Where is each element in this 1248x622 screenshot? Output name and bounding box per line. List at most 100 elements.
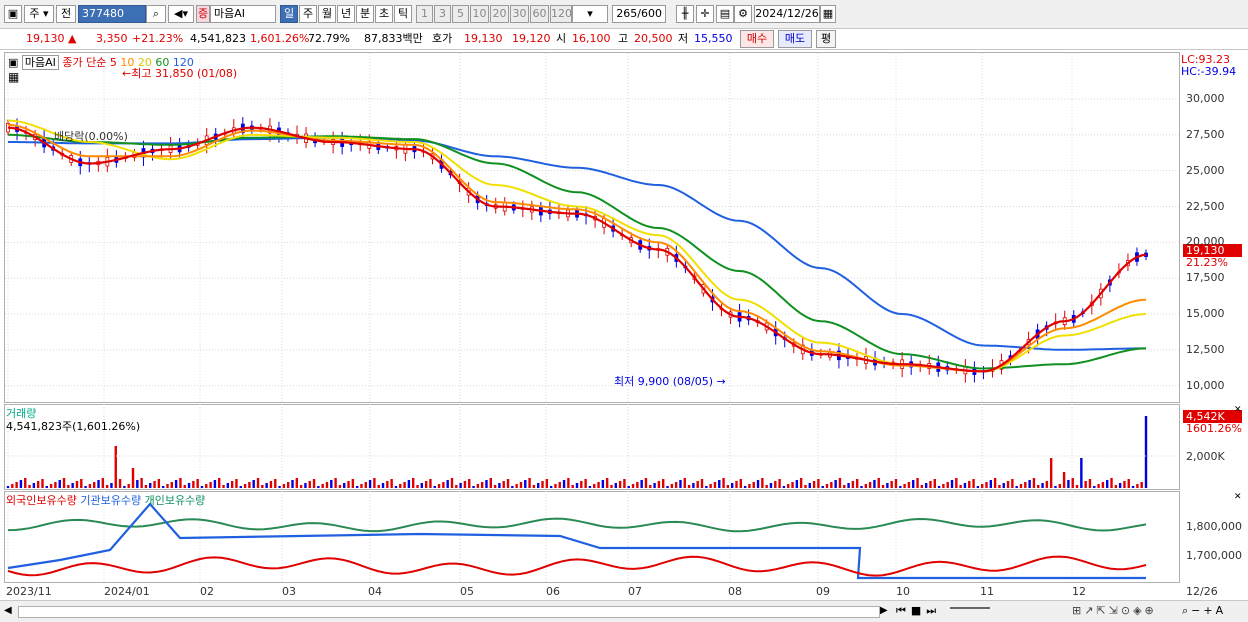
holding-tick-2: 1,700,000 xyxy=(1186,549,1242,562)
volume-bar xyxy=(946,482,949,488)
volume-bar xyxy=(666,486,669,488)
volume-bar xyxy=(166,484,169,488)
volume-bar xyxy=(752,482,755,488)
volume-close-icon[interactable]: ✕ xyxy=(1234,405,1242,415)
volume-readout: 4,541,823주(1,601.26%) xyxy=(6,420,141,433)
volume-bar xyxy=(24,478,27,488)
volume-bar xyxy=(1071,478,1074,488)
scroll-right-icon[interactable]: ▶ xyxy=(880,605,888,616)
holding-close-icon[interactable]: ✕ xyxy=(1234,492,1242,502)
volume-bar xyxy=(769,483,773,488)
volume-bar xyxy=(899,486,902,488)
table-icon[interactable]: ▦ xyxy=(8,70,19,84)
volume-bar xyxy=(851,481,855,488)
volume-bar xyxy=(36,481,40,488)
volume-bar xyxy=(149,483,152,488)
volume-bar xyxy=(386,481,389,488)
volume-bar xyxy=(476,484,480,488)
volume-bar xyxy=(161,486,165,488)
playback-controls[interactable]: ⏮■⏭ xyxy=(896,604,941,618)
volume-bar xyxy=(123,486,126,488)
low-annotation: 최저 9,900 (08/05) → xyxy=(614,375,726,388)
date-tick-label: 03 xyxy=(282,585,296,598)
volume-bar xyxy=(674,482,678,488)
ma10-line xyxy=(7,123,1147,373)
volume-bar xyxy=(373,478,376,488)
scroll-left-icon[interactable]: ◀ xyxy=(4,605,12,616)
volume-bar xyxy=(502,481,505,488)
volume-tick: 2,000K xyxy=(1186,450,1225,463)
volume-bar xyxy=(640,480,643,488)
chart-canvas xyxy=(5,53,1179,582)
volume-bar xyxy=(1054,486,1057,488)
drawing-tools[interactable]: ⊞↗⇱⇲⊙◈⊕ xyxy=(1072,604,1157,617)
volume-bar xyxy=(1136,484,1139,488)
volume-bar xyxy=(567,478,570,488)
volume-bar xyxy=(105,485,109,488)
volume-bar xyxy=(890,481,893,488)
volume-bar xyxy=(1097,484,1100,488)
volume-bar xyxy=(1006,481,1010,488)
volume-bar xyxy=(575,483,579,488)
volume-bar xyxy=(80,479,83,488)
volume-bar xyxy=(679,480,682,488)
volume-bar xyxy=(670,484,674,488)
volume-bar xyxy=(28,485,31,488)
stock-name-tag: 마음AI xyxy=(21,55,59,70)
volume-bar xyxy=(1140,482,1143,488)
volume-bar xyxy=(1037,485,1040,488)
volume-bar xyxy=(700,479,704,488)
volume-bar xyxy=(1041,483,1044,488)
volume-bar xyxy=(58,480,61,488)
grid-toggle-icon[interactable]: ▣ xyxy=(8,56,18,69)
institution-holding-label: 기관보유수량 xyxy=(80,494,142,507)
volume-bar xyxy=(334,478,337,488)
current-pct-marker: 21.23% xyxy=(1186,256,1228,269)
volume-bar xyxy=(299,485,303,488)
volume-bar xyxy=(774,481,777,488)
price-tick-label: 25,000 xyxy=(1186,163,1225,177)
horizontal-scrollbar[interactable] xyxy=(18,606,880,618)
volume-bar xyxy=(748,484,751,488)
volume-bar xyxy=(821,486,824,488)
volume-bar xyxy=(972,479,975,488)
zoom-slider[interactable] xyxy=(950,607,990,615)
date-tick-label: 02 xyxy=(200,585,214,598)
volume-bar xyxy=(718,480,721,488)
volume-bar xyxy=(183,485,186,488)
hc-label: HC:-39.94 xyxy=(1181,65,1237,78)
volume-bar xyxy=(11,484,14,488)
volume-bar xyxy=(722,478,725,488)
individual-holding-label: 개인보유수량 xyxy=(144,494,206,507)
volume-bar xyxy=(308,481,311,488)
volume-bar xyxy=(498,483,501,488)
volume-bar xyxy=(787,484,790,488)
volume-bar xyxy=(1019,484,1023,488)
volume-bar xyxy=(877,478,880,488)
volume-bar xyxy=(812,481,816,488)
volume-bar xyxy=(959,485,962,488)
volume-bar xyxy=(1011,479,1014,488)
volume-bar xyxy=(1088,479,1092,488)
volume-bar xyxy=(261,485,264,488)
volume-bar xyxy=(1106,480,1109,488)
volume-bar xyxy=(963,483,967,488)
volume-bar xyxy=(795,480,799,488)
volume-bar xyxy=(683,478,686,488)
date-tick-label: 07 xyxy=(628,585,642,598)
volume-bar xyxy=(730,483,734,488)
volume-bar xyxy=(1075,485,1079,488)
volume-bar xyxy=(838,478,842,488)
zoom-controls[interactable]: ⌕−+A xyxy=(1182,604,1226,618)
volume-bar xyxy=(601,480,605,488)
volume-bar xyxy=(411,478,415,488)
date-tick-label: 06 xyxy=(546,585,560,598)
volume-bar xyxy=(571,485,574,488)
volume-bar xyxy=(968,481,971,488)
volume-bar xyxy=(743,486,747,488)
volume-bar xyxy=(213,480,217,488)
volume-bar xyxy=(545,479,549,488)
volume-bar xyxy=(834,480,837,488)
volume-bar xyxy=(252,480,255,488)
volume-bar xyxy=(97,480,100,488)
